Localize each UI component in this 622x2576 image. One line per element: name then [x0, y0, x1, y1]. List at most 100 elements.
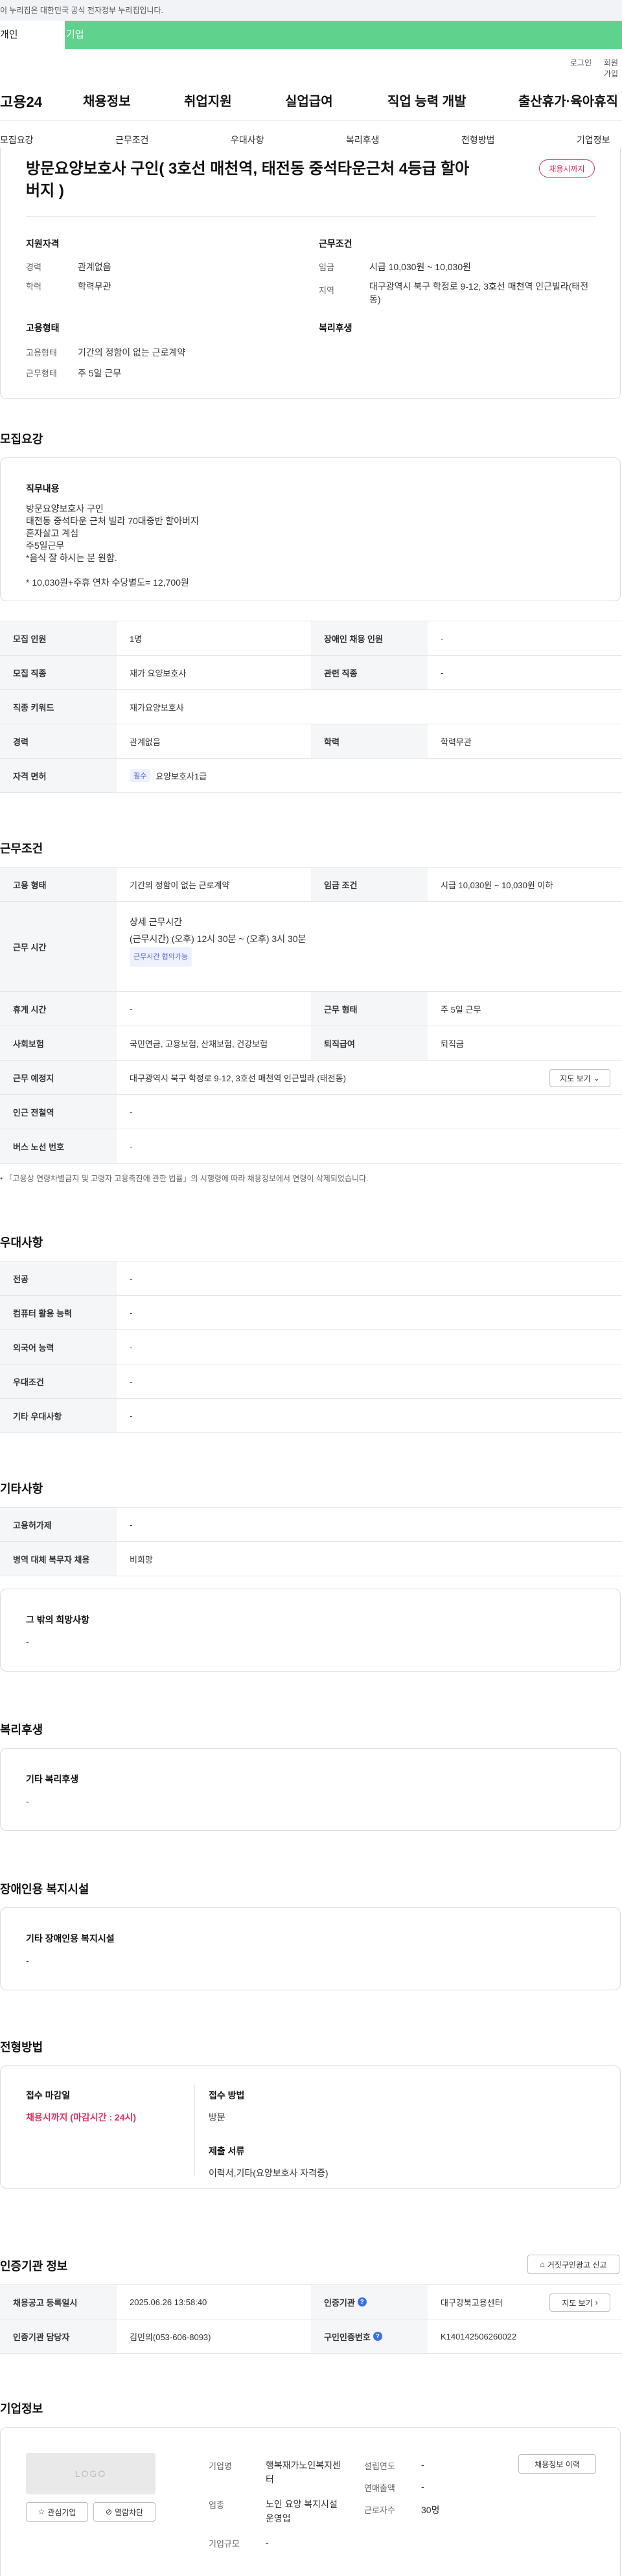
org-map-button[interactable]: 지도 보기 ›: [549, 2294, 610, 2312]
section-disability: 장애인용 복지시설: [0, 1883, 89, 1896]
company-name-label: 기업명: [209, 2461, 232, 2471]
table-header: 모집 인원: [0, 621, 117, 655]
docs-title: 제출 서류: [209, 2146, 245, 2156]
company-logo: LOGO: [26, 2453, 156, 2494]
emp-title: 고용형태: [26, 323, 60, 333]
gnb-item-employment-support[interactable]: 취업지원: [184, 91, 232, 109]
wish-title: 그 밖의 희망사항: [26, 1615, 89, 1625]
table-cell: 국민연금, 고용보험, 산재보험, 건강보험: [130, 1039, 268, 1049]
block-company-button[interactable]: ⊘ 열람차단: [93, 2502, 156, 2522]
disability-card: [0, 1907, 621, 1990]
job-title: 방문요양보호사 구인( 3호선 매천역, 태전동 중석타운근처 4등급 할아버지…: [26, 160, 470, 200]
gov-banner: 이 누리집은 대한민국 공식 전자정부 누리집입니다.: [0, 0, 622, 21]
table-header: 인증기관?: [311, 2285, 428, 2319]
table-header: 고용 형태: [0, 868, 117, 901]
tab-individual[interactable]: 개인: [0, 21, 65, 49]
table-border: [0, 2353, 622, 2354]
scale-label: 기업규모: [209, 2539, 240, 2549]
duty-line: 태전동 중석타운 근처 빌라 70대중반 할아버지: [26, 516, 199, 526]
license-value: 요양보호사1급: [156, 771, 207, 781]
scale-value: -: [266, 2537, 269, 2547]
table-header: 경력: [0, 724, 117, 758]
table-cell: 1명: [130, 634, 143, 644]
signup-link[interactable]: 회원가입: [604, 57, 622, 79]
work-days-value: 주 5일 근무: [78, 368, 122, 378]
site-logo[interactable]: 고용24: [0, 91, 42, 111]
region-value: 대구광역시 북구 학정로 9-12, 3호선 매천역 인근빌라(태전동): [369, 281, 589, 305]
star-icon: ☆: [38, 2507, 45, 2516]
gnb-item-unemployment[interactable]: 실업급여: [285, 91, 333, 109]
anchor-preferences[interactable]: 우대사항: [231, 133, 264, 146]
anchor-welfare[interactable]: 복리후생: [346, 133, 380, 146]
table-header: 근무 시간: [0, 902, 117, 991]
table-header: 외국어 능력: [0, 1330, 117, 1364]
anchor-recruit[interactable]: 모집요강: [0, 133, 34, 146]
table-header: 기타 우대사항: [0, 1399, 117, 1432]
section-company: 기업정보: [0, 2402, 43, 2415]
sales-value: -: [421, 2481, 424, 2492]
deadline-title: 접수 마감일: [26, 2090, 71, 2100]
duty-line: *음식 잘 하시는 분 원함.: [26, 553, 117, 563]
table-cell: -: [441, 667, 444, 678]
place-map-label: 지도 보기: [560, 1074, 591, 1083]
report-button[interactable]: ⌂ 거짓구인광고 신고: [527, 2255, 619, 2274]
welfare-card: [0, 1748, 621, 1831]
help-icon[interactable]: ?: [357, 2297, 367, 2306]
table-header: 휴게 시간: [0, 992, 117, 1026]
gnb-item-jobs[interactable]: 채용정보: [83, 91, 131, 109]
sales-label: 연매출액: [364, 2483, 395, 2493]
wage-value: 시급 10,030원 ~ 10,030원: [369, 262, 472, 272]
cond-title: 근무조건: [319, 238, 352, 249]
duty-line: 주5일근무: [26, 540, 65, 551]
tab-company[interactable]: 기업: [65, 21, 84, 49]
duty-line: * 10,030원+주휴 연차 수당별도= 12,700원: [26, 577, 189, 588]
screening-divider: [194, 2085, 195, 2176]
table-header: 직종 키워드: [0, 690, 117, 724]
anchor-screening[interactable]: 전형방법: [461, 133, 495, 146]
table-cell: 비희망: [130, 1554, 153, 1565]
table-header: 관련 직종: [311, 656, 428, 689]
table-header: 인근 전철역: [0, 1095, 117, 1129]
top-tabbar: [0, 21, 622, 49]
method-title: 접수 방법: [209, 2090, 245, 2100]
table-cell: 주 5일 근무: [441, 1004, 481, 1015]
hours-chip: 근무시간 협의가능: [130, 947, 192, 967]
table-header: 사회보험: [0, 1026, 117, 1060]
welfare-other-title: 기타 복리후생: [26, 1774, 79, 1784]
help-icon[interactable]: ?: [373, 2332, 382, 2341]
wish-card: [0, 1589, 621, 1672]
table-cell: 대구강북고용센터: [441, 2297, 503, 2308]
hours-cell: 상세 근무시간 (근무시간) (오후) 12시 30분 ~ (오후) 3시 30…: [130, 914, 306, 967]
table-header: 고용허가제: [0, 1508, 117, 1541]
table-cell: 학력무관: [441, 737, 472, 747]
table-cell: -: [130, 1376, 133, 1386]
table-cell: K140142506260022: [441, 2331, 517, 2341]
favorite-company-button[interactable]: ☆ 관심기업: [26, 2502, 88, 2522]
cert-no-label: 구인인증번호: [324, 2332, 371, 2342]
place-map-button[interactable]: 지도 보기 ⌄: [549, 1069, 610, 1087]
table-cell: -: [130, 1342, 133, 1352]
anchor-company[interactable]: 기업정보: [577, 133, 610, 146]
wish-value: -: [26, 1637, 29, 1647]
history-button[interactable]: 채용정보 이력: [518, 2454, 596, 2474]
table-header: 구인인증번호?: [311, 2319, 428, 2353]
org-map-label: 지도 보기: [562, 2298, 593, 2308]
chevron-down-icon: ⌄: [593, 1074, 600, 1083]
table-border: [0, 1432, 622, 1433]
anchor-conditions[interactable]: 근무조건: [115, 133, 149, 146]
gnb-item-training[interactable]: 직업 능력 개발: [387, 91, 466, 109]
duty-line: 혼자살고 계심: [26, 528, 79, 538]
table-cell: -: [130, 1273, 133, 1283]
company-name-value: 행복재가노인복지센터: [266, 2460, 341, 2485]
table-header: 학력: [311, 724, 428, 758]
gnb-item-leave[interactable]: 출산휴가·육아휴직: [518, 91, 618, 109]
qual-title: 지원자격: [26, 238, 60, 249]
login-link[interactable]: 로그인: [570, 57, 592, 68]
age-notice: • 「고용상 연령차별금지 및 고령자 고용촉진에 관한 법률」의 시행령에 따…: [0, 1174, 369, 1183]
table-header: 자격 면허: [0, 759, 117, 792]
org-label: 인증기관: [324, 2297, 355, 2308]
table-header: 모집 직종: [0, 656, 117, 689]
table-cell: 퇴직금: [441, 1039, 464, 1049]
section-recruit: 모집요강: [0, 433, 43, 446]
favorite-label: 관심기업: [47, 2507, 76, 2517]
